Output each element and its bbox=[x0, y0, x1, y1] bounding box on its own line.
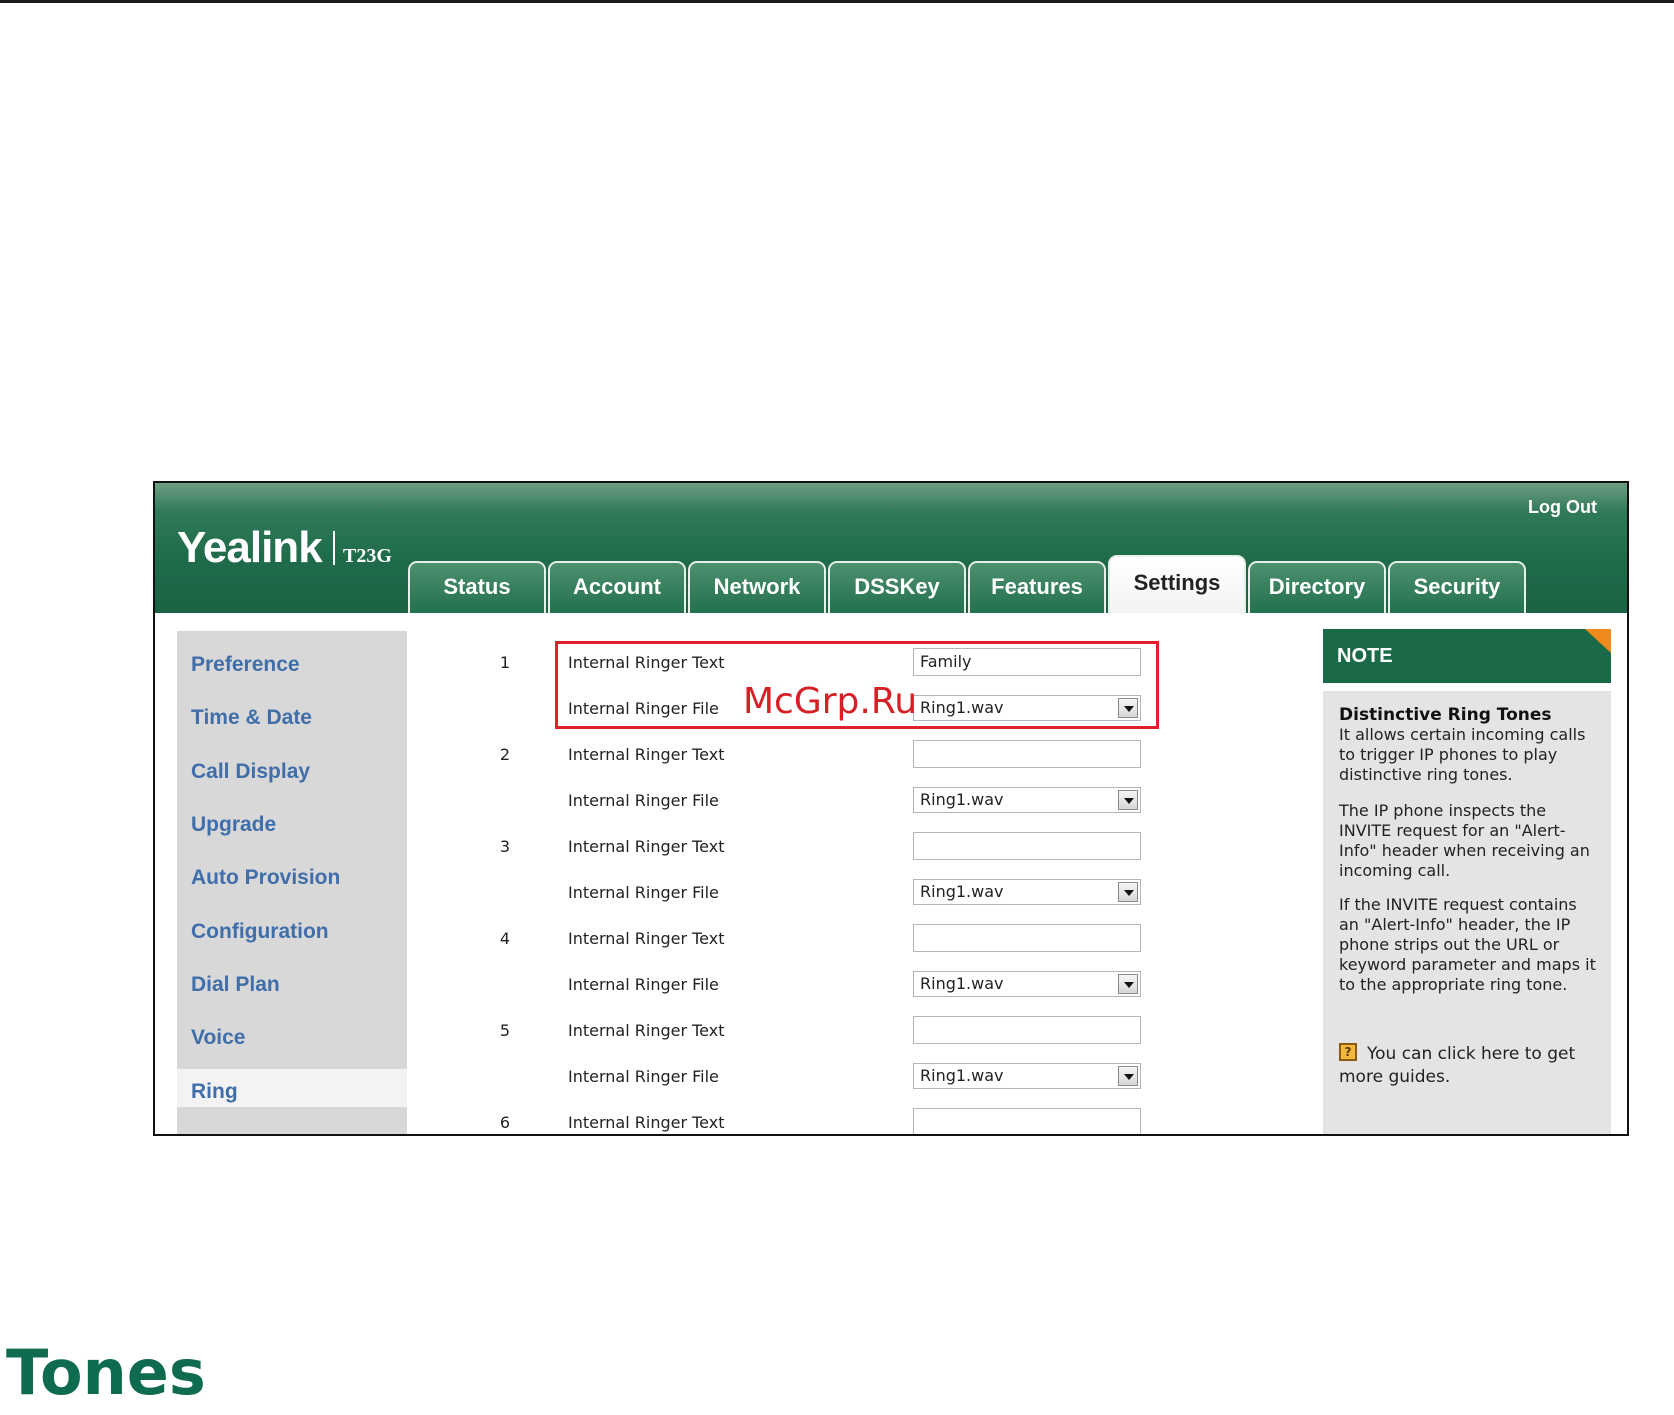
ringer-text-input[interactable] bbox=[913, 740, 1141, 768]
ringer-file-label: Internal Ringer File bbox=[568, 791, 719, 810]
ringer-file-select[interactable]: Ring1.wav bbox=[913, 971, 1141, 997]
ringer-number: 2 bbox=[499, 745, 511, 764]
dropdown-arrow-icon[interactable] bbox=[1118, 974, 1138, 994]
ringer-text-input[interactable] bbox=[913, 924, 1141, 952]
sidebar-item-dial-plan[interactable]: Dial Plan bbox=[191, 973, 280, 997]
header-bar: Yealink T23G Log Out Status Account Netw… bbox=[155, 483, 1627, 613]
sidebar-item-preference[interactable]: Preference bbox=[191, 653, 300, 677]
ringer-file-value: Ring1.wav bbox=[920, 790, 1004, 809]
ringer-file-value: Ring1.wav bbox=[920, 1066, 1004, 1085]
guide-link[interactable]: You can click here to get more guides. bbox=[1339, 1043, 1601, 1089]
tab-security[interactable]: Security bbox=[1388, 561, 1526, 613]
ringer-text-label: Internal Ringer Text bbox=[568, 929, 725, 948]
logout-link[interactable]: Log Out bbox=[1528, 497, 1597, 518]
dropdown-arrow-icon[interactable] bbox=[1118, 790, 1138, 810]
ringer-number: 5 bbox=[499, 1021, 511, 1040]
note-paragraph: It allows certain incoming calls to trig… bbox=[1339, 725, 1586, 784]
note-title: NOTE bbox=[1337, 645, 1393, 667]
ringer-file-select[interactable]: Ring1.wav bbox=[913, 787, 1141, 813]
tab-status[interactable]: Status bbox=[408, 561, 546, 613]
note-paragraph: If the INVITE request contains an "Alert… bbox=[1339, 895, 1596, 994]
ringer-number: 1 bbox=[499, 653, 511, 672]
note-heading: Distinctive Ring Tones bbox=[1339, 705, 1552, 725]
ringer-file-value: Ring1.wav bbox=[920, 882, 1004, 901]
top-rule bbox=[0, 0, 1674, 3]
sidebar-item-time-date[interactable]: Time & Date bbox=[191, 706, 312, 730]
note-header: NOTE bbox=[1323, 629, 1611, 683]
sidebar-item-call-display[interactable]: Call Display bbox=[191, 760, 310, 784]
ringer-number: 3 bbox=[499, 837, 511, 856]
tab-network[interactable]: Network bbox=[688, 561, 826, 613]
guide-help-icon[interactable]: ? bbox=[1339, 1043, 1357, 1061]
sidebar-item-upgrade[interactable]: Upgrade bbox=[191, 813, 276, 837]
ringer-text-label: Internal Ringer Text bbox=[568, 745, 725, 764]
ringer-text-label: Internal Ringer Text bbox=[568, 1113, 725, 1132]
ringer-text-label: Internal Ringer Text bbox=[568, 837, 725, 856]
ringer-file-value: Ring1.wav bbox=[920, 974, 1004, 993]
ringer-text-input[interactable] bbox=[913, 1108, 1141, 1134]
logo-divider bbox=[333, 531, 335, 565]
ringer-file-label: Internal Ringer File bbox=[568, 883, 719, 902]
ringer-number: 4 bbox=[499, 929, 511, 948]
sidebar-item-ring[interactable]: Ring bbox=[191, 1080, 238, 1104]
dropdown-arrow-icon[interactable] bbox=[1118, 1066, 1138, 1086]
brand-logo: Yealink bbox=[177, 523, 323, 572]
note-panel: Distinctive Ring Tones It allows certain… bbox=[1323, 691, 1611, 1134]
ringer-text-input[interactable] bbox=[913, 832, 1141, 860]
ringer-number: 6 bbox=[499, 1113, 511, 1132]
ringer-file-label: Internal Ringer File bbox=[568, 1067, 719, 1086]
section-heading: Tones bbox=[6, 1336, 206, 1409]
dropdown-arrow-icon[interactable] bbox=[1118, 882, 1138, 902]
tab-account[interactable]: Account bbox=[548, 561, 686, 613]
sidebar-item-voice[interactable]: Voice bbox=[191, 1026, 245, 1050]
tab-features[interactable]: Features bbox=[968, 561, 1106, 613]
ringer-file-label: Internal Ringer File bbox=[568, 975, 719, 994]
web-ui-screenshot: Yealink T23G Log Out Status Account Netw… bbox=[153, 481, 1629, 1136]
sidebar-item-configuration[interactable]: Configuration bbox=[191, 920, 329, 944]
tab-settings[interactable]: Settings bbox=[1108, 555, 1246, 613]
note-paragraph: The IP phone inspects the INVITE request… bbox=[1339, 801, 1590, 880]
sidebar-item-auto-provision[interactable]: Auto Provision bbox=[191, 866, 340, 890]
tab-directory[interactable]: Directory bbox=[1248, 561, 1386, 613]
tab-dsskey[interactable]: DSSKey bbox=[828, 561, 966, 613]
note-corner-fold-icon bbox=[1585, 629, 1611, 653]
ringer-file-select[interactable]: Ring1.wav bbox=[913, 1063, 1141, 1089]
model-label: T23G bbox=[343, 545, 392, 567]
ringer-file-select[interactable]: Ring1.wav bbox=[913, 879, 1141, 905]
ringer-text-input[interactable] bbox=[913, 1016, 1141, 1044]
ringer-text-label: Internal Ringer Text bbox=[568, 1021, 725, 1040]
watermark-text: McGrp.Ru bbox=[743, 681, 918, 722]
